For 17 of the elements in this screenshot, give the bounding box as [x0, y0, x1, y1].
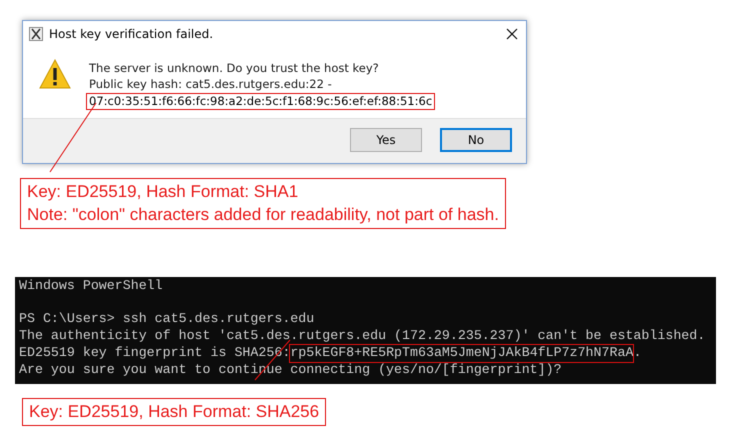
message-text: Public key hash: cat5.des.rutgers.edu:22 -	[89, 77, 332, 92]
warning-icon	[39, 59, 71, 89]
terminal-line: PS C:\Users> ssh cat5.des.rutgers.edu	[19, 311, 314, 328]
terminal-line: The authenticity of host 'cat5.des.rutgers.edu (172.29.235.237)' can't be established.	[19, 328, 706, 345]
window-title: Host key verification failed.	[49, 27, 214, 41]
annotation-text: Key: ED25519, Hash Format: SHA1	[27, 181, 300, 203]
hash-text: 07:c0:35:51:f6:66:fc:98:a2:de:5c:f1:68:9c:56:ef:ef:88:51:6c	[86, 93, 436, 110]
no-button[interactable]: No	[440, 128, 512, 152]
annotation-text: Key: ED25519, Hash Format: SHA256	[29, 401, 320, 424]
message-text: The server is unknown. Do you trust the host key?	[89, 61, 379, 76]
close-icon[interactable]	[506, 28, 518, 40]
yes-button[interactable]: Yes	[350, 128, 422, 152]
terminal-text: .	[633, 344, 642, 362]
annotation-text: Note: "colon" characters added for readability, not part of hash.	[27, 204, 499, 226]
terminal-title: Windows PowerShell	[19, 278, 163, 295]
app-icon	[29, 27, 43, 41]
fingerprint-text: rp5kEGF8+RE5RpTm63aM5JmeNjJAkB4fLP7z7hN7RaA	[290, 344, 634, 362]
